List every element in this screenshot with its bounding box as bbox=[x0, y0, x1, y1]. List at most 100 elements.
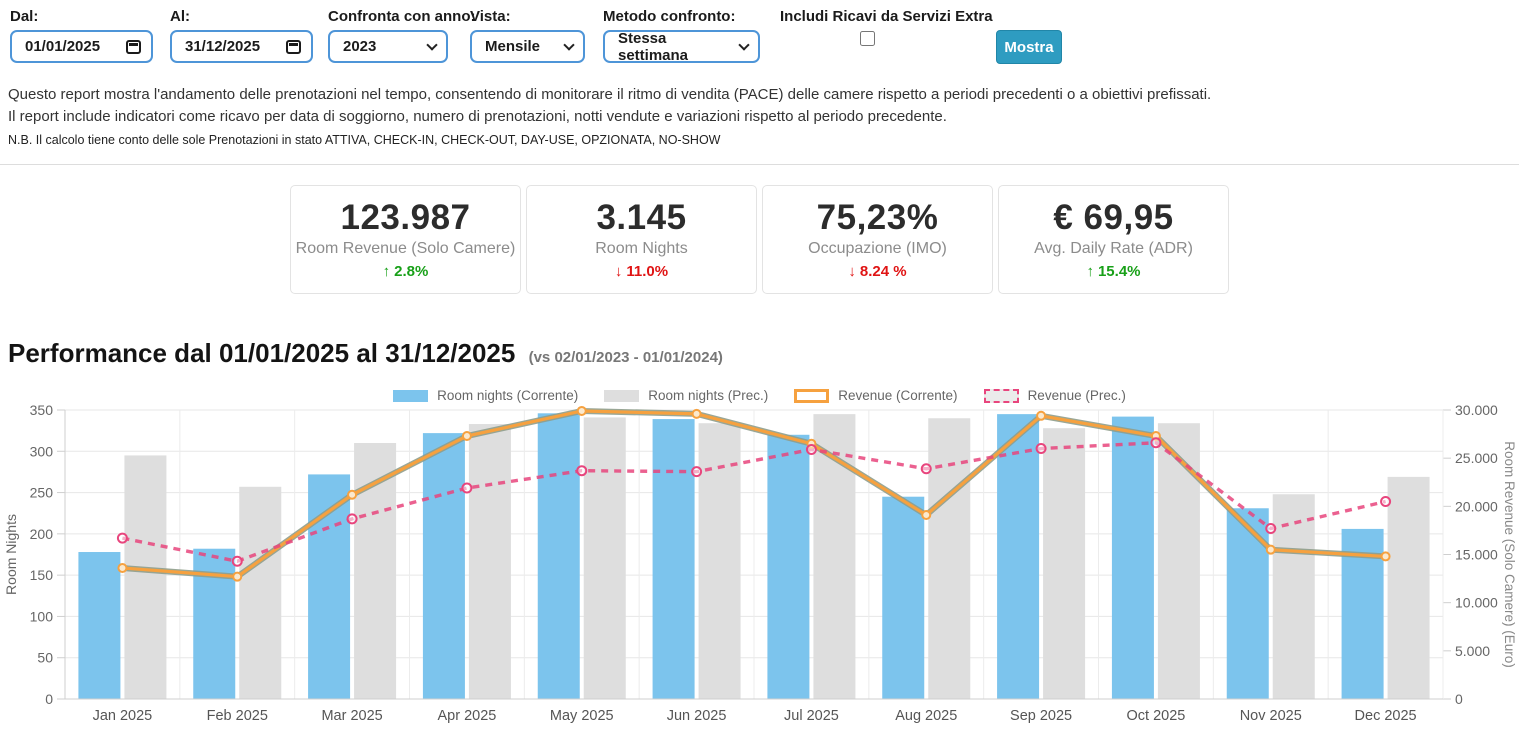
bar-room-nights-current-4[interactable] bbox=[538, 413, 580, 699]
left-axis-tick-label: 300 bbox=[30, 443, 54, 459]
performance-title-comparison: (vs 02/01/2023 - 01/01/2024) bbox=[529, 349, 723, 366]
left-axis-tick-label: 350 bbox=[30, 402, 54, 418]
kpi-delta-text: 2.8% bbox=[394, 263, 428, 280]
bar-room-nights-current-3[interactable] bbox=[423, 433, 465, 699]
metodo-label: Metodo confronto: bbox=[603, 8, 760, 25]
chevron-down-icon bbox=[563, 39, 574, 50]
kpi-row: 123.987Room Revenue (Solo Camere)↑2.8%3.… bbox=[0, 185, 1519, 294]
x-axis-label-10: Nov 2025 bbox=[1240, 708, 1302, 724]
dal-date-input[interactable]: 01/01/2025 bbox=[10, 30, 153, 63]
chevron-down-icon bbox=[738, 39, 749, 50]
bar-room-nights-prev-10[interactable] bbox=[1273, 494, 1315, 699]
bar-room-nights-prev-0[interactable] bbox=[124, 455, 166, 699]
kpi-value: 3.145 bbox=[596, 199, 686, 237]
marker-revenue-prev-5[interactable] bbox=[692, 467, 701, 476]
filter-metodo: Metodo confronto: Stessa settimana bbox=[603, 8, 760, 63]
metodo-select[interactable]: Stessa settimana bbox=[603, 30, 760, 63]
legend-swatch-icon bbox=[984, 389, 1019, 403]
bar-room-nights-current-7[interactable] bbox=[882, 497, 924, 699]
kpi-label: Room Revenue (Solo Camere) bbox=[296, 240, 516, 258]
filter-dal: Dal: 01/01/2025 bbox=[10, 8, 153, 63]
bar-room-nights-current-9[interactable] bbox=[1112, 417, 1154, 699]
calendar-icon[interactable] bbox=[126, 40, 141, 54]
description-note: N.B. Il calcolo tiene conto delle sole P… bbox=[8, 133, 1511, 147]
x-axis-label-11: Dec 2025 bbox=[1355, 708, 1417, 724]
legend-swatch-icon bbox=[794, 389, 829, 403]
marker-revenue-current-11[interactable] bbox=[1382, 552, 1390, 560]
bar-room-nights-current-0[interactable] bbox=[78, 552, 120, 699]
arrow-down-icon: ↓ bbox=[615, 263, 623, 280]
filter-vista: Vista: Mensile bbox=[470, 8, 585, 63]
legend-item-0[interactable]: Room nights (Corrente) bbox=[393, 388, 578, 403]
marker-revenue-current-7[interactable] bbox=[922, 511, 930, 519]
x-axis-label-8: Sep 2025 bbox=[1010, 708, 1072, 724]
bar-room-nights-prev-3[interactable] bbox=[469, 424, 511, 699]
includi-ricavi-checkbox[interactable] bbox=[860, 31, 875, 46]
marker-revenue-prev-0[interactable] bbox=[118, 534, 127, 543]
bar-room-nights-prev-11[interactable] bbox=[1388, 477, 1430, 699]
section-divider bbox=[0, 164, 1519, 165]
left-axis-title: Room Nights bbox=[3, 514, 19, 595]
marker-revenue-current-5[interactable] bbox=[693, 410, 701, 418]
legend-label: Room nights (Corrente) bbox=[437, 388, 578, 403]
bar-room-nights-prev-7[interactable] bbox=[928, 418, 970, 699]
legend-item-3[interactable]: Revenue (Prec.) bbox=[984, 388, 1126, 403]
marker-revenue-prev-10[interactable] bbox=[1266, 524, 1275, 533]
kpi-value: 123.987 bbox=[340, 199, 470, 237]
vista-label: Vista: bbox=[470, 8, 585, 25]
performance-title: Performance dal 01/01/2025 al 31/12/2025… bbox=[8, 338, 1519, 369]
marker-revenue-prev-11[interactable] bbox=[1381, 497, 1390, 506]
x-axis-label-5: Jun 2025 bbox=[667, 708, 727, 724]
description-line-2: Il report include indicatori come ricavo… bbox=[8, 106, 1511, 128]
marker-revenue-prev-6[interactable] bbox=[807, 445, 816, 454]
marker-revenue-current-0[interactable] bbox=[118, 564, 126, 572]
pace-chart: Room nights (Corrente) Room nights (Prec.… bbox=[0, 375, 1519, 743]
legend-swatch-icon bbox=[604, 390, 639, 402]
marker-revenue-current-4[interactable] bbox=[578, 407, 586, 415]
marker-revenue-current-8[interactable] bbox=[1037, 412, 1045, 420]
x-axis-label-9: Oct 2025 bbox=[1126, 708, 1185, 724]
bar-room-nights-prev-9[interactable] bbox=[1158, 423, 1200, 699]
kpi-label: Occupazione (IMO) bbox=[808, 240, 947, 258]
legend-item-1[interactable]: Room nights (Prec.) bbox=[604, 388, 768, 403]
marker-revenue-prev-8[interactable] bbox=[1037, 444, 1046, 453]
right-axis-tick-label: 0 bbox=[1455, 691, 1463, 707]
marker-revenue-prev-9[interactable] bbox=[1151, 438, 1160, 447]
x-axis-label-1: Feb 2025 bbox=[207, 708, 268, 724]
bar-room-nights-prev-8[interactable] bbox=[1043, 428, 1085, 699]
kpi-card-2: 75,23%Occupazione (IMO)↓8.24 % bbox=[762, 185, 993, 294]
legend-item-2[interactable]: Revenue (Corrente) bbox=[794, 388, 957, 403]
vista-select[interactable]: Mensile bbox=[470, 30, 585, 63]
bar-room-nights-prev-4[interactable] bbox=[584, 417, 626, 699]
bar-room-nights-current-10[interactable] bbox=[1227, 508, 1269, 699]
marker-revenue-current-3[interactable] bbox=[463, 432, 471, 440]
marker-revenue-prev-7[interactable] bbox=[922, 464, 931, 473]
dal-date-value: 01/01/2025 bbox=[25, 38, 100, 55]
x-axis-label-2: Mar 2025 bbox=[321, 708, 382, 724]
marker-revenue-current-10[interactable] bbox=[1267, 546, 1275, 554]
kpi-label: Avg. Daily Rate (ADR) bbox=[1034, 240, 1193, 258]
kpi-label: Room Nights bbox=[595, 240, 687, 258]
right-axis-tick-label: 25.000 bbox=[1455, 450, 1498, 466]
marker-revenue-prev-4[interactable] bbox=[577, 466, 586, 475]
bar-room-nights-current-6[interactable] bbox=[767, 435, 809, 699]
filter-bar: Dal: 01/01/2025 Al: 31/12/2025 Confronta… bbox=[0, 0, 1519, 72]
confronta-value: 2023 bbox=[343, 38, 376, 55]
marker-revenue-prev-2[interactable] bbox=[348, 514, 357, 523]
marker-revenue-current-2[interactable] bbox=[348, 491, 356, 499]
mostra-button[interactable]: Mostra bbox=[996, 30, 1062, 64]
al-date-input[interactable]: 31/12/2025 bbox=[170, 30, 313, 63]
marker-revenue-prev-3[interactable] bbox=[462, 484, 471, 493]
x-axis-label-7: Aug 2025 bbox=[895, 708, 957, 724]
left-axis-tick-label: 100 bbox=[30, 608, 54, 624]
marker-revenue-current-1[interactable] bbox=[233, 573, 241, 581]
bar-room-nights-prev-1[interactable] bbox=[239, 487, 281, 699]
bar-room-nights-current-5[interactable] bbox=[653, 419, 695, 699]
al-label: Al: bbox=[170, 8, 313, 25]
kpi-card-3: € 69,95Avg. Daily Rate (ADR)↑15.4% bbox=[998, 185, 1229, 294]
kpi-delta: ↓8.24 % bbox=[848, 263, 906, 280]
calendar-icon[interactable] bbox=[286, 40, 301, 54]
marker-revenue-prev-1[interactable] bbox=[233, 557, 242, 566]
chart-legend: Room nights (Corrente) Room nights (Prec.… bbox=[0, 388, 1519, 403]
confronta-select[interactable]: 2023 bbox=[328, 30, 448, 63]
